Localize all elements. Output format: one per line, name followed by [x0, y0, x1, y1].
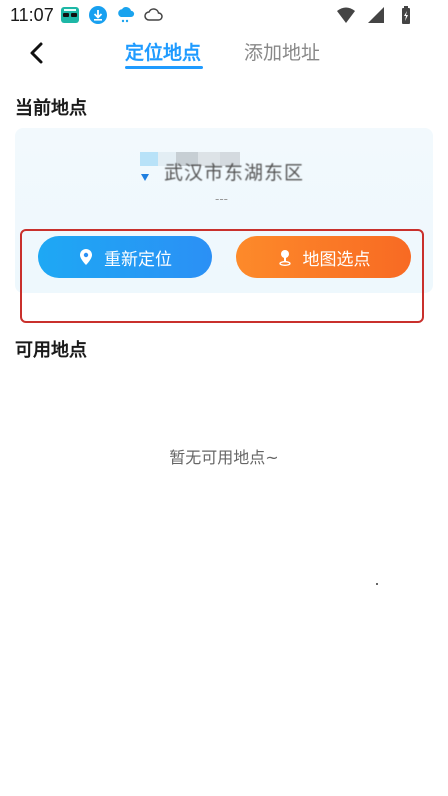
- location-pin-icon: [141, 174, 149, 181]
- location-pin-icon: [80, 249, 92, 265]
- weather-cloud-icon: [118, 6, 135, 23]
- signal-icon: [368, 7, 384, 23]
- download-icon: [89, 6, 107, 24]
- tab-locate-place[interactable]: 定位地点: [125, 38, 201, 65]
- tab-add-address[interactable]: 添加地址: [244, 38, 320, 65]
- status-time: 11:07: [10, 5, 54, 25]
- stray-dot: [376, 583, 378, 585]
- relocate-label: 重新定位: [104, 249, 172, 270]
- current-address: 武汉市东湖东区: [164, 162, 305, 184]
- relocate-button[interactable]: 重新定位: [38, 236, 212, 278]
- status-bar: 11:07: [0, 0, 448, 32]
- map-pin-icon: [278, 250, 291, 266]
- battery-charging-icon: [402, 6, 410, 24]
- status-icons-right: [336, 5, 416, 25]
- current-location-title: 当前地点: [15, 98, 87, 119]
- map-pick-button[interactable]: 地图选点: [236, 236, 411, 278]
- map-pick-label: 地图选点: [302, 249, 371, 270]
- cloud-outline-icon: [144, 8, 163, 21]
- back-arrow-icon[interactable]: [22, 38, 52, 68]
- active-tab-indicator: [125, 66, 203, 69]
- status-icons-left: [60, 5, 164, 25]
- available-locations-title: 可用地点: [15, 340, 87, 361]
- address-row: 武汉市东湖东区: [140, 152, 305, 185]
- sunglasses-app-icon: [61, 7, 79, 23]
- top-nav: 定位地点 添加地址: [0, 32, 448, 76]
- wifi-icon: [337, 7, 355, 23]
- address-subline: ---: [215, 192, 228, 206]
- empty-state-text: 暂无可用地点~: [169, 448, 279, 467]
